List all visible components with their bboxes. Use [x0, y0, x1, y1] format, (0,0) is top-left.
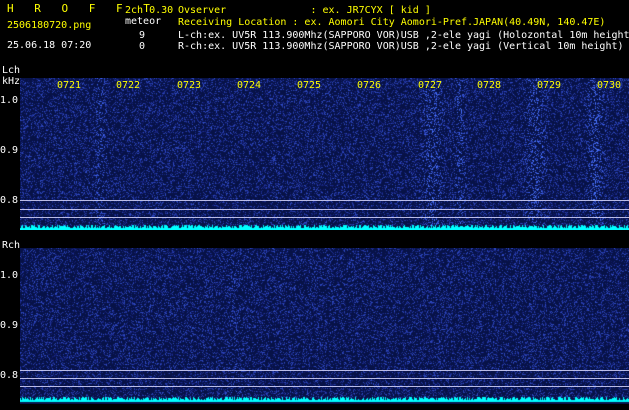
hour-label: 0723 [177, 80, 202, 91]
grid-line [20, 378, 629, 379]
meteor-count-r: 0 [139, 41, 146, 52]
date-time: 25.06.18 07:20 [7, 40, 92, 51]
tick-label: 0.9 [0, 145, 19, 156]
hour-label: 0729 [537, 80, 562, 91]
tick-label: 0.9 [0, 320, 19, 331]
mode-label: 2ch 0.30 [125, 5, 174, 16]
hour-label: 0730 [597, 80, 622, 91]
khz-unit-label: kHz [2, 76, 21, 87]
hour-label: 0728 [477, 80, 502, 91]
hour-label: 0726 [357, 80, 382, 91]
hour-label: 0724 [237, 80, 262, 91]
lch-label: Lch [2, 65, 21, 76]
tick-label: 0.8 [0, 370, 19, 381]
observer-info: Ovserver : ex. JR7CYX [ kid ] [178, 5, 431, 16]
hour-label: 0727 [418, 80, 443, 91]
hour-label: 0725 [297, 80, 322, 91]
file-name: 2506180720.png [7, 20, 92, 31]
grid-line [20, 386, 629, 387]
tick-label: 1.0 [0, 95, 19, 106]
grid-line [20, 209, 629, 210]
meteor-label: meteor [125, 16, 162, 27]
meteor-count-l: 9 [139, 30, 146, 41]
lch-spectrogram: 0721 0722 0723 0724 0725 0726 0727 0728 … [20, 78, 629, 230]
tick-label: 1.0 [0, 270, 19, 281]
rch-spectrogram [20, 248, 629, 404]
grid-line [20, 370, 629, 371]
hour-label: 0721 [57, 80, 82, 91]
location-info: Receiving Location : ex. Aomori City Aom… [178, 17, 606, 28]
rch-noise-canvas [20, 248, 629, 404]
lch-info: L-ch:ex. UV5R 113.900Mhz(SAPPORO VOR)USB… [178, 30, 629, 41]
grid-line [20, 200, 629, 201]
lch-noise-canvas [20, 78, 629, 230]
tick-label: 0.8 [0, 195, 19, 206]
grid-line [20, 217, 629, 218]
hour-label: 0722 [116, 80, 141, 91]
rch-info: R-ch:ex. UV5R 113.900Mhz(SAPPORO VOR)USB… [178, 41, 624, 52]
rch-label: Rch [2, 240, 21, 251]
